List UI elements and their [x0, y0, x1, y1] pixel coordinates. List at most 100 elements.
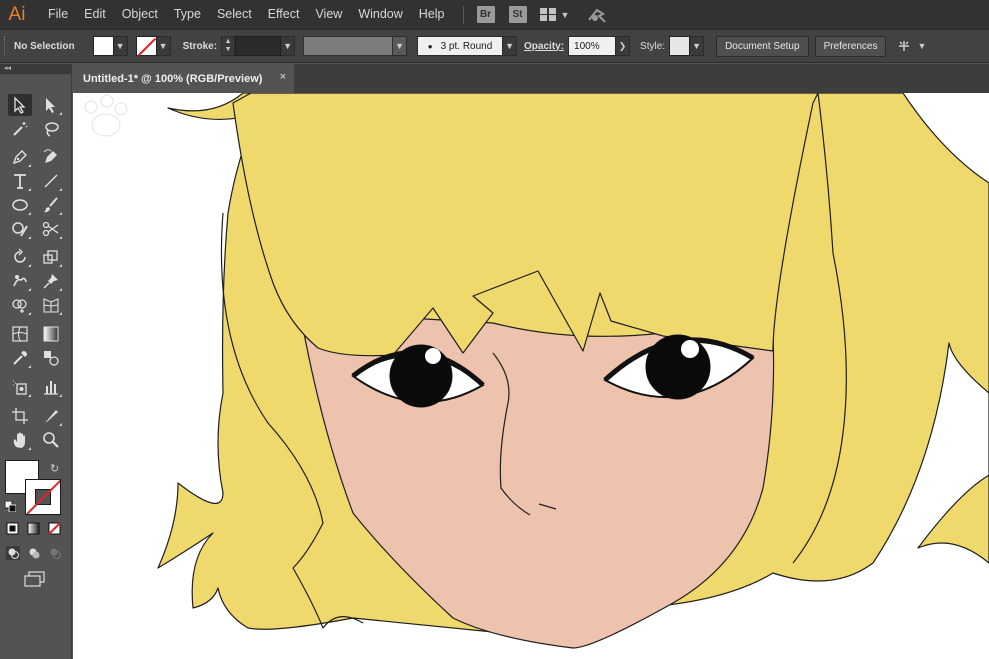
shape-builder-tool[interactable]: [8, 294, 32, 316]
perspective-grid-tool[interactable]: [39, 294, 63, 316]
app-logo: Ai: [8, 3, 26, 25]
artboard-icon: [12, 408, 28, 424]
pushpin-icon: [43, 274, 58, 289]
menu-object[interactable]: Object: [114, 0, 166, 29]
brush-dot-icon: ●: [427, 41, 433, 51]
zoom-tool[interactable]: [39, 429, 63, 451]
stroke-swatch[interactable]: [135, 36, 157, 56]
brush-dropdown[interactable]: ▼: [503, 36, 518, 56]
stroke-color-box[interactable]: [25, 479, 61, 515]
slice-tool[interactable]: [39, 405, 63, 427]
stroke-label: Stroke:: [182, 40, 218, 52]
pen-nib-icon: [12, 150, 27, 165]
lasso-tool[interactable]: [39, 118, 63, 140]
line-segment-tool[interactable]: [39, 170, 63, 192]
line-segment-icon: [44, 174, 58, 188]
scale-tool[interactable]: [39, 246, 63, 268]
draw-mode-buttons[interactable]: [6, 546, 66, 560]
document-tab-strip: Untitled-1* @ 100% (RGB/Preview) ×: [73, 64, 989, 93]
stroke-weight-dropdown[interactable]: ▼: [281, 36, 296, 56]
menu-separator: [462, 5, 464, 24]
curvature-tool[interactable]: [39, 146, 63, 168]
stock-button[interactable]: St: [508, 6, 527, 23]
warp-tool[interactable]: [8, 270, 32, 292]
rotate-icon: [14, 248, 26, 263]
style-swatch[interactable]: [669, 36, 691, 56]
stroke-dropdown[interactable]: ▼: [156, 36, 171, 56]
bridge-button[interactable]: Br: [476, 6, 495, 23]
opacity-arrow[interactable]: ❯: [616, 36, 631, 56]
artboard-tool[interactable]: [8, 405, 32, 427]
document-tab[interactable]: Untitled-1* @ 100% (RGB/Preview) ×: [73, 64, 294, 93]
symbol-sprayer-icon: [13, 380, 27, 395]
menu-edit[interactable]: Edit: [76, 0, 114, 29]
gpu-performance-icon[interactable]: [587, 6, 607, 24]
shaper-icon: [12, 222, 28, 237]
document-tab-title: Untitled-1* @ 100% (RGB/Preview): [83, 72, 263, 85]
opacity-field[interactable]: 100%: [568, 36, 617, 56]
selection-tool[interactable]: [8, 94, 32, 116]
fill-swatch[interactable]: [92, 36, 114, 56]
brush-definition-field[interactable]: ● 3 pt. Round: [417, 36, 504, 56]
collapse-toolbar-icon[interactable]: ◂◂: [0, 64, 71, 74]
fill-stroke-widget: ↻: [5, 460, 61, 516]
scissors-tool[interactable]: [39, 218, 63, 240]
watermark-paw-icon: [84, 94, 128, 137]
paintbrush-icon: [44, 197, 58, 213]
control-bar: No Selection ▼ ▼ Stroke: ▲ ▼ ▼ ▼ ● 3 pt. …: [0, 29, 989, 63]
blend-tool[interactable]: [39, 347, 63, 369]
color-mode-buttons[interactable]: [6, 522, 66, 536]
menu-view[interactable]: View: [307, 0, 350, 29]
stroke-weight-field[interactable]: [235, 36, 282, 56]
magic-wand-tool[interactable]: [8, 118, 32, 140]
eyedropper-tool[interactable]: [8, 347, 32, 369]
preferences-button[interactable]: Preferences: [814, 35, 887, 57]
menu-file[interactable]: File: [40, 0, 76, 29]
mesh-tool[interactable]: [8, 323, 32, 345]
fill-dropdown[interactable]: ▼: [113, 36, 128, 56]
shaper-tool[interactable]: [8, 218, 32, 240]
screen-mode-icon[interactable]: [24, 571, 46, 587]
hand-icon: [13, 432, 25, 448]
variable-width-profile[interactable]: [303, 36, 394, 56]
artboard-canvas[interactable]: [73, 93, 989, 659]
menu-select[interactable]: Select: [209, 0, 260, 29]
rotate-tool[interactable]: [8, 246, 32, 268]
slice-knife-icon: [45, 410, 58, 423]
document-setup-button[interactable]: Document Setup: [716, 35, 809, 57]
menu-effect[interactable]: Effect: [260, 0, 308, 29]
menu-help[interactable]: Help: [411, 0, 453, 29]
ellipse-tool[interactable]: [8, 194, 32, 216]
paintbrush-tool[interactable]: [39, 194, 63, 216]
artwork: [157, 93, 989, 649]
width-profile-dropdown[interactable]: ▼: [393, 36, 408, 56]
magnifier-icon: [43, 432, 59, 448]
column-graph-icon: [44, 381, 58, 395]
warp-hand-icon: [13, 275, 27, 287]
symbol-sprayer-tool[interactable]: [8, 376, 32, 398]
type-tool[interactable]: [8, 170, 32, 192]
arrange-documents-icon[interactable]: [896, 38, 912, 54]
column-graph-tool[interactable]: [39, 376, 63, 398]
swap-fill-stroke-icon[interactable]: ↻: [50, 462, 59, 475]
mesh-icon: [12, 326, 28, 342]
style-dropdown[interactable]: ▼: [690, 36, 705, 56]
default-colors-icon[interactable]: [5, 501, 16, 512]
selection-status: No Selection: [14, 40, 75, 52]
close-icon[interactable]: ×: [280, 71, 286, 83]
panel-grip[interactable]: [4, 36, 8, 56]
opacity-label[interactable]: Opacity:: [524, 41, 564, 52]
hand-tool[interactable]: [8, 429, 32, 451]
chevron-down-icon[interactable]: ▼: [917, 41, 926, 51]
direct-selection-tool[interactable]: [39, 94, 63, 116]
puppet-warp-tool[interactable]: [39, 270, 63, 292]
shape-builder-icon: [12, 299, 27, 313]
menu-window[interactable]: Window: [350, 0, 410, 29]
gradient-tool[interactable]: [39, 323, 63, 345]
menu-type[interactable]: Type: [166, 0, 209, 29]
stroke-weight-stepper[interactable]: ▲ ▼: [221, 36, 236, 56]
magic-wand-icon: [13, 122, 28, 136]
pen-tool[interactable]: [8, 146, 32, 168]
type-t-icon: [14, 174, 26, 189]
workspace-switcher[interactable]: ▼: [539, 8, 569, 21]
